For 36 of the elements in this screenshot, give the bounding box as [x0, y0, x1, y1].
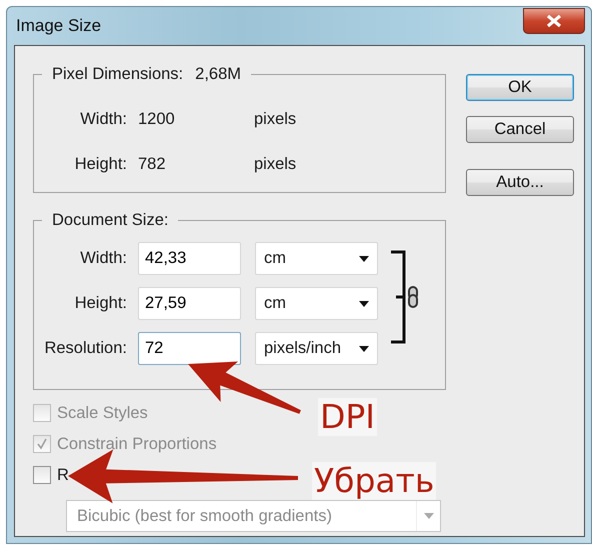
unit-label: pixels [254, 109, 296, 130]
unit-dropdown[interactable]: pixels/inch [255, 332, 378, 365]
field-value: 782 [138, 154, 167, 176]
group-label: Document Size: [52, 210, 168, 230]
caret-icon [359, 300, 369, 306]
number-field[interactable]: 42,33 [138, 242, 241, 275]
field-label: Resolution: [43, 338, 128, 360]
close-icon [545, 14, 563, 28]
dialog-button[interactable]: OK [466, 74, 574, 101]
dialog-button[interactable]: Cancel [466, 116, 574, 143]
group-label: Pixel Dimensions: [52, 64, 184, 84]
unit-dropdown[interactable]: cm [255, 242, 378, 275]
field-label: Width: [79, 248, 128, 270]
checkmark-icon [36, 438, 48, 450]
checkbox-label: R [57, 464, 69, 486]
caret-icon [359, 346, 369, 352]
caret-icon [359, 256, 369, 262]
dialog-button[interactable]: Auto... [466, 169, 574, 196]
pixel-size-value: 2,68M [195, 64, 241, 84]
checkbox-label: Constrain Proportions [57, 434, 217, 455]
field-value: 1200 [138, 109, 176, 130]
unit-label: pixels [254, 154, 296, 176]
window-title: Image Size [15, 15, 102, 38]
field-label: Height: [74, 293, 128, 314]
annotation-text: Убрать [312, 462, 436, 500]
number-field[interactable]: 72 [138, 332, 241, 365]
close-button[interactable] [523, 8, 585, 34]
number-field[interactable]: 27,59 [138, 287, 241, 320]
annotation-text: DPI [318, 398, 378, 436]
checkbox[interactable] [33, 466, 51, 484]
chain-link-icon [408, 286, 418, 308]
field-label: Width: [79, 109, 128, 130]
unit-dropdown[interactable]: cm [255, 287, 378, 320]
caret-icon [424, 513, 434, 519]
checkbox-label: Scale Styles [57, 402, 148, 424]
field-label: Height: [74, 154, 128, 176]
